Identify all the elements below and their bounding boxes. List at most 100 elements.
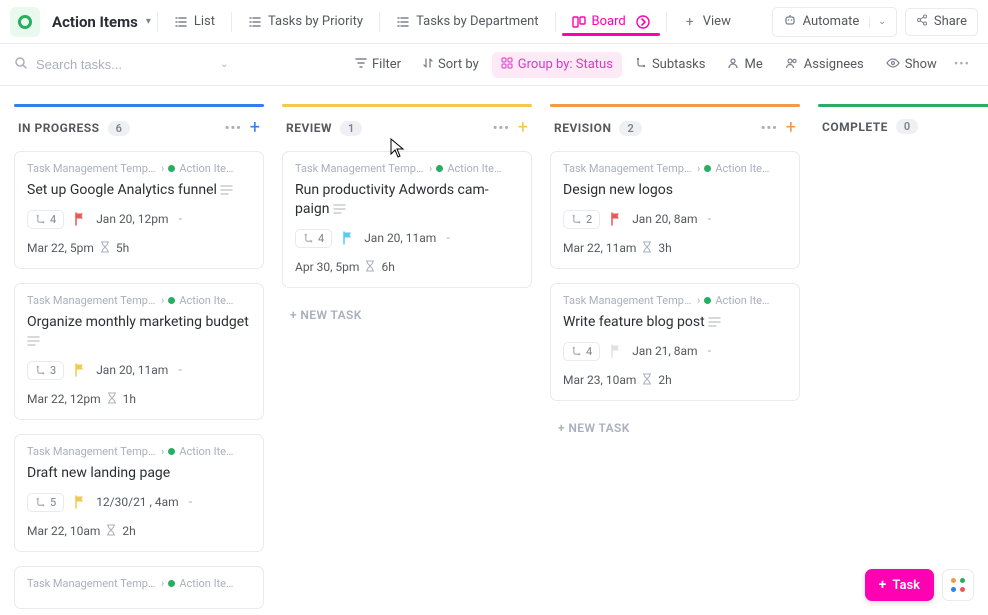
collapse-icon[interactable] <box>636 15 650 29</box>
column-title: COMPLETE <box>822 120 888 134</box>
column-review: REVIEW1•••+Task Management Templat...›Ac… <box>282 104 532 328</box>
subtask-count[interactable]: 5 <box>27 493 64 512</box>
chevron-right-icon: › <box>161 577 164 590</box>
hourglass-icon <box>365 260 375 275</box>
automate-button[interactable]: Automate ⌄ <box>772 7 897 37</box>
due-date[interactable]: Jan 21, 8am <box>632 344 697 358</box>
assigned-date: Mar 22, 5pm <box>27 241 94 255</box>
priority-flag-icon[interactable] <box>610 212 622 226</box>
subtask-count[interactable]: 4 <box>563 342 600 361</box>
filter-button[interactable]: Filter <box>346 52 410 78</box>
hourglass-icon <box>100 241 110 256</box>
breadcrumb: Task Management Templat...›Action Ite… <box>563 294 787 307</box>
time-estimate: 2h <box>122 524 135 538</box>
task-card[interactable]: Task Management Templat...›Action Ite…Ru… <box>282 151 532 288</box>
subtask-count[interactable]: 3 <box>27 361 64 380</box>
status-dot-icon <box>168 165 175 172</box>
chevron-down-icon[interactable]: ⌄ <box>220 59 228 70</box>
search-input[interactable] <box>36 57 212 72</box>
task-title: Draft new landing page <box>27 464 251 483</box>
due-date[interactable]: 12/30/21 , 4am <box>96 495 178 509</box>
time-estimate: 6h <box>381 260 394 274</box>
filterbar: ⌄ Filter Sort by Group by: Status Subtas… <box>0 44 988 86</box>
task-card[interactable]: Task Management Templat...›Action Ite… <box>14 566 264 609</box>
new-task-button[interactable]: + NEW TASK <box>282 302 532 328</box>
assigned-date: Mar 22, 12pm <box>27 392 101 406</box>
sort-button[interactable]: Sort by <box>414 52 488 78</box>
show-button[interactable]: Show <box>877 52 946 78</box>
robot-icon <box>783 13 797 31</box>
task-title: Run productivity Adwords cam­paign <box>295 181 519 219</box>
task-card[interactable]: Task Management Templat...›Action Ite…Se… <box>14 151 264 269</box>
hourglass-icon <box>107 392 117 407</box>
column-more-icon[interactable]: ••• <box>761 121 778 136</box>
view-priority[interactable]: Tasks by Priority <box>238 8 373 35</box>
task-card[interactable]: Task Management Templat...›Action Ite…Or… <box>14 283 264 420</box>
share-button[interactable]: Share <box>905 8 978 36</box>
list-icon <box>248 15 262 29</box>
fab-area: + Task <box>865 569 974 601</box>
me-button[interactable]: Me <box>718 52 771 78</box>
subtasks-label: Subtasks <box>652 57 706 72</box>
group-button[interactable]: Group by: Status <box>492 52 622 78</box>
more-icon[interactable]: ••• <box>950 57 974 72</box>
column-count: 1 <box>340 121 362 136</box>
column-in_progress: IN PROGRESS6•••+Task Management Templat.… <box>14 104 264 615</box>
new-task-fab[interactable]: + Task <box>865 569 934 601</box>
breadcrumb: Task Management Templat...›Action Ite… <box>27 445 251 458</box>
due-date[interactable]: Jan 20, 11am <box>364 231 436 245</box>
priority-flag-icon[interactable] <box>74 363 86 377</box>
time-estimate: 1h <box>123 392 136 406</box>
chevron-right-icon: › <box>429 162 432 175</box>
assigned-date: Mar 23, 10am <box>563 373 636 387</box>
priority-flag-icon[interactable] <box>342 231 354 245</box>
add-view[interactable]: + View <box>673 8 741 35</box>
date-range-dash: - <box>708 344 712 359</box>
due-date[interactable]: Jan 20, 12pm <box>96 212 168 226</box>
space-icon[interactable] <box>10 7 40 37</box>
hourglass-icon <box>642 373 652 388</box>
sort-label: Sort by <box>438 57 479 72</box>
view-list-label: List <box>194 14 215 29</box>
view-list[interactable]: List <box>164 8 225 35</box>
subtasks-button[interactable]: Subtasks <box>626 52 715 78</box>
column-add-button[interactable]: + <box>518 119 528 137</box>
subtask-count[interactable]: 4 <box>295 229 332 248</box>
priority-flag-icon[interactable] <box>610 344 622 358</box>
subtask-count[interactable]: 2 <box>563 210 600 229</box>
column-more-icon[interactable]: ••• <box>493 121 510 136</box>
hourglass-icon <box>642 241 652 256</box>
apps-button[interactable] <box>942 569 974 601</box>
assignees-button[interactable]: Assignees <box>776 52 873 78</box>
task-card[interactable]: Task Management Templat...›Action Ite… Dr… <box>14 434 264 552</box>
date-range-dash: - <box>178 363 182 378</box>
task-card[interactable]: Task Management Templat...›Action Ite…Wr… <box>550 283 800 401</box>
priority-flag-icon[interactable] <box>74 495 86 509</box>
task-card[interactable]: Task Management Templat...›Action Ite…De… <box>550 151 800 269</box>
chevron-down-icon[interactable]: ⌄ <box>869 17 886 27</box>
me-label: Me <box>744 57 762 72</box>
eye-icon <box>886 57 900 73</box>
page-title[interactable]: Action Items <box>52 13 138 31</box>
column-add-button[interactable]: + <box>786 119 796 137</box>
subtask-count[interactable]: 4 <box>27 210 64 229</box>
search-wrap[interactable]: ⌄ <box>14 56 224 74</box>
add-view-label: View <box>703 14 731 29</box>
column-add-button[interactable]: + <box>250 119 260 137</box>
description-icon <box>708 317 721 327</box>
chevron-down-icon[interactable]: ▾ <box>146 16 151 27</box>
column-count: 0 <box>896 119 918 134</box>
due-date[interactable]: Jan 20, 8am <box>632 212 697 226</box>
time-estimate: 5h <box>116 241 129 255</box>
view-board[interactable]: Board <box>562 8 660 35</box>
priority-flag-icon[interactable] <box>74 212 86 226</box>
new-task-button[interactable]: + NEW TASK <box>550 415 800 441</box>
description-icon <box>333 204 346 214</box>
status-dot-icon <box>168 297 175 304</box>
view-department[interactable]: Tasks by Department <box>386 8 548 35</box>
column-more-icon[interactable]: ••• <box>225 121 242 136</box>
column-revision: REVISION2•••+Task Management Templat...›… <box>550 104 800 441</box>
view-department-label: Tasks by Department <box>416 14 538 29</box>
status-dot-icon <box>704 297 711 304</box>
due-date[interactable]: Jan 20, 11am <box>96 363 168 377</box>
